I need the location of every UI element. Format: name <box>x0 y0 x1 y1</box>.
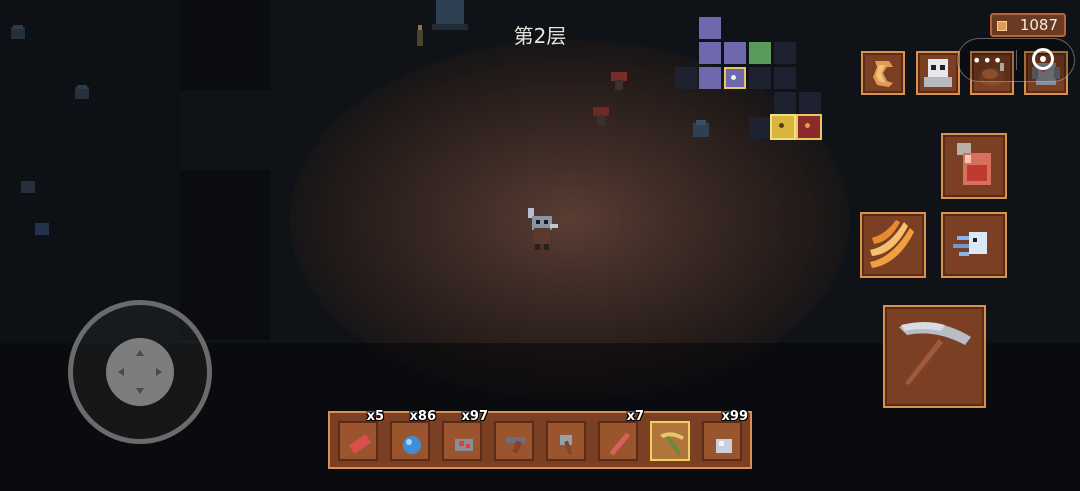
more-menu-icon[interactable]: ••• <box>972 51 1003 70</box>
item-hotbar: x5 x86 x97 x7 x99 <box>328 409 752 469</box>
hotbar-slot-red-ore[interactable]: x97 <box>442 409 488 461</box>
red-ore-icon <box>455 439 473 451</box>
rock-sprite <box>11 25 25 39</box>
minimap-current-room <box>724 67 746 89</box>
minimap-room <box>774 42 796 64</box>
coin-value: 1087 <box>1019 16 1058 34</box>
cave-wall-topleft <box>180 0 270 90</box>
health-potion-button[interactable] <box>941 133 1007 199</box>
minimap-room <box>774 92 796 114</box>
silver-ore-icon <box>716 439 732 453</box>
hotbar-slot-silver-ore[interactable]: x99 <box>702 409 748 461</box>
floor-label: 第2层 <box>513 24 567 48</box>
meat-icon <box>348 434 372 454</box>
ghost-skill-button[interactable] <box>916 51 960 95</box>
axe-icon <box>560 435 573 456</box>
health-potion-icon <box>957 143 991 185</box>
cave-wall-midleft <box>180 170 270 340</box>
mine-button[interactable] <box>883 305 986 408</box>
pickaxe-icon <box>899 322 971 389</box>
rock-sprite <box>75 85 89 99</box>
item-count: x99 <box>721 409 748 424</box>
hotbar-slot-red-stick[interactable]: x7 <box>598 409 644 461</box>
boomerang-skill-button[interactable] <box>861 51 905 95</box>
minimap-boss-room <box>796 114 822 140</box>
minimap-room <box>749 117 771 139</box>
mushroom-enemy <box>611 72 627 90</box>
minimap-room <box>699 17 721 39</box>
minimap-room <box>699 42 721 64</box>
hotbar-slot-axe[interactable] <box>546 421 586 461</box>
candle-sprite <box>417 25 423 46</box>
minimap-room <box>774 67 796 89</box>
rock-sprite <box>35 223 49 235</box>
gold-pickaxe-icon <box>660 432 684 456</box>
coin-counter: 1087 <box>990 13 1066 37</box>
virtual-joystick[interactable] <box>68 300 212 444</box>
hotbar-slot-blue-gem[interactable]: x86 <box>390 409 436 461</box>
minimap-room <box>749 42 771 64</box>
red-stick-icon <box>609 432 631 456</box>
cave-wall-left <box>0 0 180 343</box>
claw-slash-icon <box>870 220 914 268</box>
miniprogram-capsule: ••• <box>957 38 1075 82</box>
blue-gem-icon <box>403 436 421 454</box>
minimap-room <box>749 67 771 89</box>
coin-icon <box>997 21 1007 31</box>
item-count: x86 <box>409 409 436 424</box>
claw-attack-button[interactable] <box>860 212 926 278</box>
dpad-arrows-icon <box>118 350 162 394</box>
rock-sprite <box>21 181 35 193</box>
hotbar-slot-meat[interactable]: x5 <box>338 409 384 461</box>
capsule-divider <box>1016 50 1017 70</box>
ghost-icon <box>924 59 952 87</box>
item-count: x5 <box>366 409 384 424</box>
joystick-knob[interactable] <box>106 338 174 406</box>
statue-sprite <box>432 0 468 30</box>
revolver-icon <box>506 437 526 454</box>
minimap-room <box>675 67 697 89</box>
close-target-icon[interactable] <box>1032 48 1054 70</box>
minimap[interactable] <box>675 17 825 142</box>
item-count: x7 <box>626 409 644 424</box>
boomerang-icon <box>873 61 893 87</box>
hotbar-slot-pickaxe-selected[interactable] <box>650 421 690 461</box>
dash-button[interactable] <box>941 212 1007 278</box>
hotbar-slot-revolver[interactable] <box>494 421 534 461</box>
minimap-treasure-room <box>770 114 796 140</box>
item-count: x97 <box>461 409 488 424</box>
minimap-room <box>699 67 721 89</box>
mushroom-enemy <box>593 107 609 125</box>
minimap-room <box>799 92 821 114</box>
player-character <box>528 208 558 250</box>
minimap-room <box>724 42 746 64</box>
dash-ghost-icon <box>953 232 987 256</box>
